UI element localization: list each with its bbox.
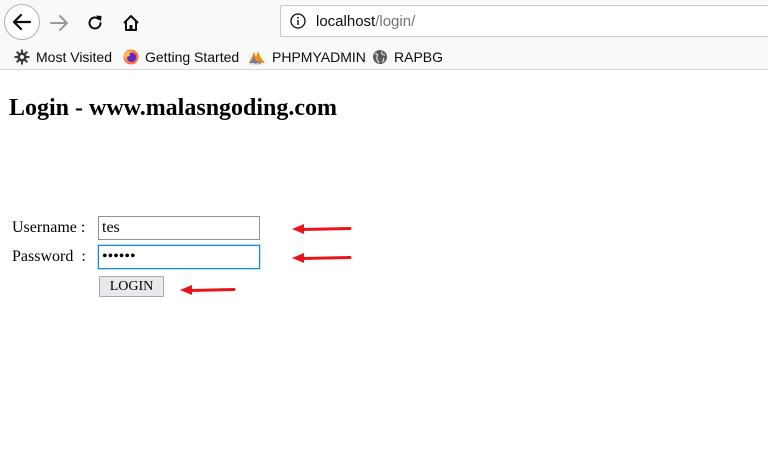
password-label: Password : xyxy=(12,248,90,265)
page-title: Login - www.malasngoding.com xyxy=(9,95,338,121)
bookmarks-toolbar: Most Visited Getting Started PMA PHPMYAD… xyxy=(0,44,768,70)
username-label: Username : xyxy=(12,219,90,236)
red-arrow-annotation xyxy=(180,285,236,295)
bookmark-label: RAPBG xyxy=(394,49,444,65)
forward-button[interactable] xyxy=(46,10,72,36)
url-host: localhost xyxy=(316,12,376,30)
arrow-right-icon xyxy=(50,15,68,31)
bookmark-label: PHPMYADMIN xyxy=(272,49,366,65)
username-input[interactable] xyxy=(98,216,260,240)
back-button[interactable] xyxy=(4,4,40,40)
bookmark-phpmyadmin[interactable]: PMA PHPMYADMIN xyxy=(248,48,366,66)
url-path: /login/ xyxy=(375,12,416,30)
globe-icon xyxy=(373,50,387,64)
home-icon xyxy=(123,15,139,31)
bookmark-rapbg[interactable]: RAPBG xyxy=(372,48,443,66)
login-button[interactable]: LOGIN xyxy=(99,276,164,297)
phpmyadmin-icon: PMA xyxy=(249,51,265,66)
info-icon[interactable] xyxy=(290,13,306,29)
home-button[interactable] xyxy=(118,10,144,36)
bookmark-label: Most Visited xyxy=(36,49,112,65)
arrow-left-icon xyxy=(13,14,31,30)
firefox-icon xyxy=(123,49,139,65)
bookmark-most-visited[interactable]: Most Visited xyxy=(14,48,112,66)
bookmark-label: Getting Started xyxy=(145,49,240,65)
url-bar[interactable]: localhost/login/ xyxy=(280,5,768,37)
gear-icon xyxy=(14,49,30,65)
password-input[interactable] xyxy=(98,245,260,269)
bookmark-getting-started[interactable]: Getting Started xyxy=(123,48,239,66)
red-arrow-annotation xyxy=(292,224,352,234)
reload-icon xyxy=(88,15,102,30)
red-arrow-annotation xyxy=(292,253,352,263)
url-text: localhost/login/ xyxy=(316,13,415,30)
svg-text:PMA: PMA xyxy=(250,61,262,66)
reload-button[interactable] xyxy=(82,10,108,36)
browser-toolbar: localhost/login/ xyxy=(0,0,768,44)
